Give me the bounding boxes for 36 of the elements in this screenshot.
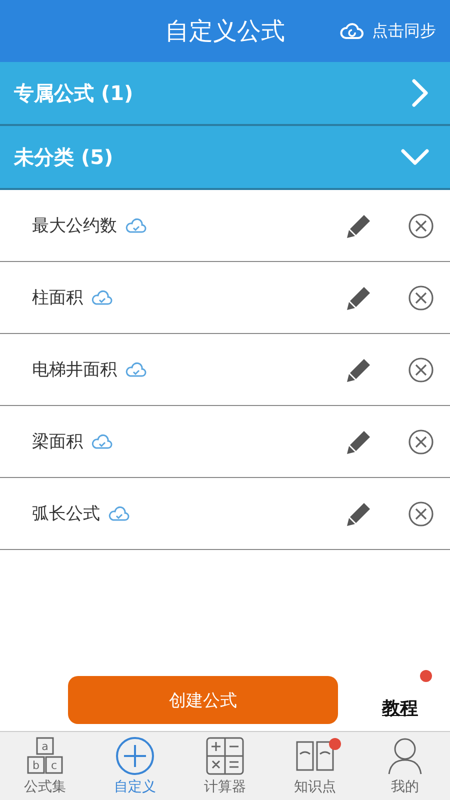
delete-icon[interactable] [408, 356, 434, 382]
category-header[interactable]: 专属公式 (1) [0, 62, 450, 126]
delete-icon[interactable] [408, 500, 434, 526]
pencil-icon[interactable] [346, 356, 372, 382]
tab-item[interactable]: 自定义 [90, 732, 180, 800]
cloud-check-icon [91, 290, 113, 306]
formula-name[interactable]: 弧长公式 [32, 502, 100, 525]
page-title: 自定义公式 [165, 16, 285, 47]
sync-button[interactable]: 点击同步 [340, 20, 436, 42]
create-formula-button[interactable]: 创建公式 [68, 676, 338, 724]
cloud-check-icon [125, 218, 147, 234]
formula-name[interactable]: 梁面积 [32, 430, 83, 453]
plus-circle-icon [115, 736, 155, 776]
tab-item[interactable]: 计算器 [180, 732, 270, 800]
delete-icon[interactable] [408, 284, 434, 310]
tutorial-link[interactable]: 教程 [382, 698, 418, 719]
category-label: 未分类 (5) [14, 144, 114, 170]
calculator-icon [205, 736, 245, 776]
tab-item[interactable]: 知识点 [270, 732, 360, 800]
pencil-icon[interactable] [346, 212, 372, 238]
delete-icon[interactable] [408, 212, 434, 238]
tab-item[interactable]: 我的 [360, 732, 450, 800]
formula-name[interactable]: 最大公约数 [32, 214, 117, 237]
cloud-check-icon [91, 434, 113, 450]
tab-item[interactable]: a b c 公式集 [0, 732, 90, 800]
category-label: 专属公式 (1) [14, 80, 134, 106]
cloud-check-icon [125, 362, 147, 378]
pencil-icon[interactable] [346, 284, 372, 310]
formula-name[interactable]: 电梯井面积 [32, 358, 117, 381]
pencil-icon[interactable] [346, 500, 372, 526]
category-header[interactable]: 未分类 (5) [0, 126, 450, 190]
cloud-sync-icon [340, 21, 364, 41]
pencil-icon[interactable] [346, 428, 372, 454]
delete-icon[interactable] [408, 428, 434, 454]
cloud-check-icon [108, 506, 130, 522]
formula-name[interactable]: 柱面积 [32, 286, 83, 309]
